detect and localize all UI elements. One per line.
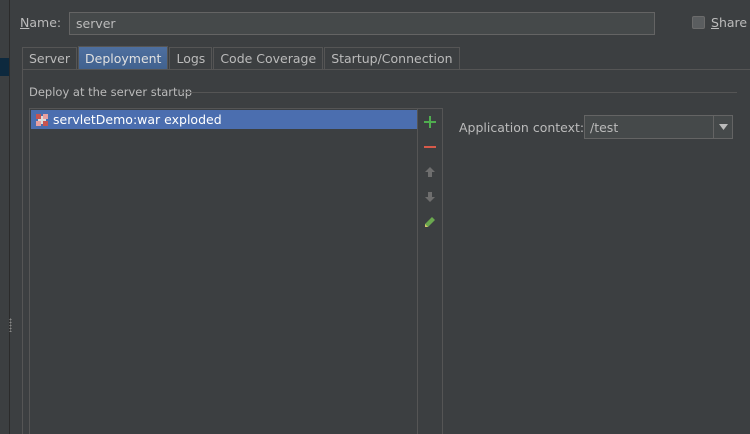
tab-startup-connection[interactable]: Startup/Connection xyxy=(324,47,460,69)
chevron-down-icon[interactable] xyxy=(713,116,732,138)
application-context-value[interactable]: /test xyxy=(585,116,713,138)
tab-deployment[interactable]: Deployment xyxy=(78,46,169,69)
application-context-label: Application context: xyxy=(459,120,585,135)
share-checkbox-box[interactable] xyxy=(692,16,705,29)
name-input[interactable] xyxy=(69,12,655,35)
tab-code-coverage[interactable]: Code Coverage xyxy=(213,47,324,69)
splitter-grip[interactable] xyxy=(9,318,12,332)
section-title: Deploy at the server startup xyxy=(29,85,193,99)
selected-tree-item[interactable] xyxy=(0,58,9,76)
deployment-toolbar xyxy=(418,108,443,434)
run-configuration-dialog: Name: Share Server Deployment Logs Code … xyxy=(0,0,750,434)
remove-icon[interactable] xyxy=(422,139,438,155)
configuration-tree-edge xyxy=(0,0,12,434)
tab-server[interactable]: Server xyxy=(22,47,77,69)
edit-icon[interactable] xyxy=(422,214,438,230)
deployment-list[interactable]: servletDemo:war exploded xyxy=(29,108,418,434)
move-up-icon[interactable] xyxy=(422,164,438,180)
list-item-label: servletDemo:war exploded xyxy=(53,112,222,127)
list-item[interactable]: servletDemo:war exploded xyxy=(31,110,417,129)
share-label: Share xyxy=(711,15,748,30)
artifact-icon xyxy=(35,113,49,127)
share-checkbox[interactable]: Share xyxy=(692,15,747,30)
config-tabs: Server Deployment Logs Code Coverage Sta… xyxy=(22,46,461,69)
move-down-icon[interactable] xyxy=(422,189,438,205)
tab-logs[interactable]: Logs xyxy=(169,47,213,69)
name-label: Name: xyxy=(20,15,62,30)
add-icon[interactable] xyxy=(422,114,438,130)
application-context-combo[interactable]: /test xyxy=(584,115,733,139)
section-divider xyxy=(180,92,737,93)
